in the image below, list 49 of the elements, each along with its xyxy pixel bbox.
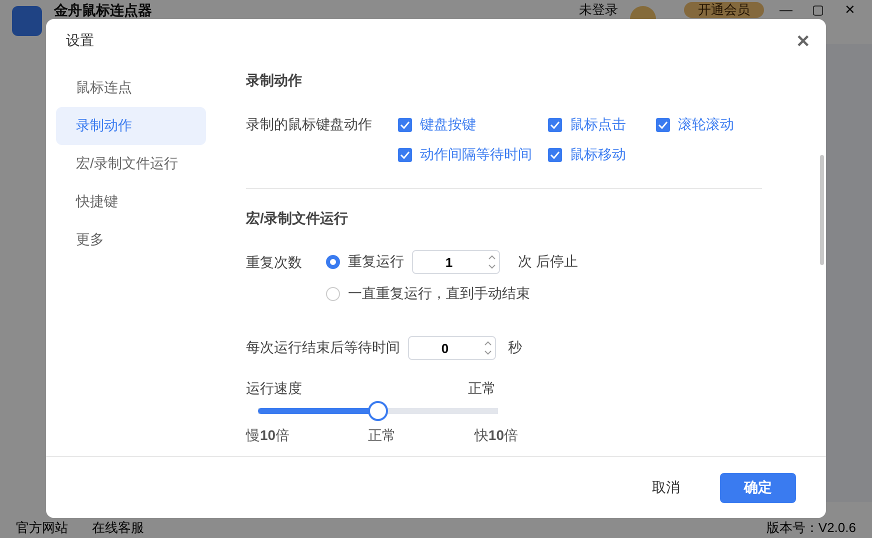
radio-button[interactable] (326, 255, 340, 269)
repeat-count-field[interactable]: 1 (412, 250, 500, 274)
footer-link[interactable]: 在线客服 (92, 520, 144, 535)
check-icon (400, 121, 410, 129)
close-button[interactable]: ✕ (796, 30, 810, 52)
app-logo-icon (12, 6, 42, 36)
slider-tick-label: 正常 (368, 427, 396, 445)
field-unit: 秒 (508, 339, 522, 357)
check-icon (550, 121, 560, 129)
radio-label: 重复运行 (348, 253, 404, 271)
radio-button[interactable] (326, 287, 340, 301)
nav-item[interactable]: 更多 (56, 221, 206, 259)
field-unit: 次 后停止 (518, 253, 578, 271)
version-text: 版本号：V2.0.6 (766, 520, 856, 535)
nav-item[interactable]: 快捷键 (56, 183, 206, 221)
check-icon (400, 151, 410, 159)
spinner-arrows-icon[interactable] (484, 340, 492, 356)
nav-item[interactable]: 鼠标连点 (56, 69, 206, 107)
spinner-arrows-icon[interactable] (488, 254, 496, 270)
confirm-button[interactable]: 确定 (720, 472, 796, 502)
checkbox-option[interactable]: 滚轮滚动 (656, 116, 766, 134)
radio-label: 一直重复运行，直到手动结束 (348, 285, 530, 303)
speed-reading: 正常 (468, 380, 496, 398)
minimize-button[interactable]: ― (776, 2, 796, 18)
login-link[interactable]: 未登录 (579, 2, 618, 18)
section-title: 宏/录制文件运行 (246, 209, 349, 228)
dialog-title: 设置 (66, 32, 94, 50)
close-button[interactable]: ✕ (840, 2, 860, 18)
check-icon (550, 151, 560, 159)
field-label: 每次运行结束后等待时间 (246, 339, 400, 357)
slider-tick-label: 慢10倍 (246, 427, 290, 445)
checkbox-option[interactable]: 鼠标移动 (548, 146, 656, 164)
checkbox-option[interactable]: 键盘按键 (398, 116, 548, 134)
field-label: 运行速度 (246, 380, 302, 398)
slider-tick-label: 快10倍 (474, 427, 518, 445)
app-title: 金舟鼠标连点器 (54, 2, 152, 18)
nav-item[interactable]: 宏/录制文件运行 (56, 145, 206, 183)
checkbox-option[interactable]: 鼠标点击 (548, 116, 656, 134)
cancel-button[interactable]: 取消 (628, 472, 704, 502)
maximize-button[interactable]: ▢ (808, 2, 828, 18)
section-title: 录制动作 (246, 71, 303, 90)
nav-item[interactable]: 录制动作 (56, 107, 206, 145)
field-label: 录制的鼠标键盘动作 (246, 116, 372, 134)
wait-time-field[interactable]: 0 (408, 336, 496, 360)
check-icon (658, 121, 668, 129)
field-label: 重复次数 (246, 253, 302, 272)
vip-button[interactable]: 开通会员 (684, 2, 764, 18)
checkbox-option[interactable]: 动作间隔等待时间 (398, 146, 548, 164)
footer-link[interactable]: 官方网站 (16, 520, 68, 535)
